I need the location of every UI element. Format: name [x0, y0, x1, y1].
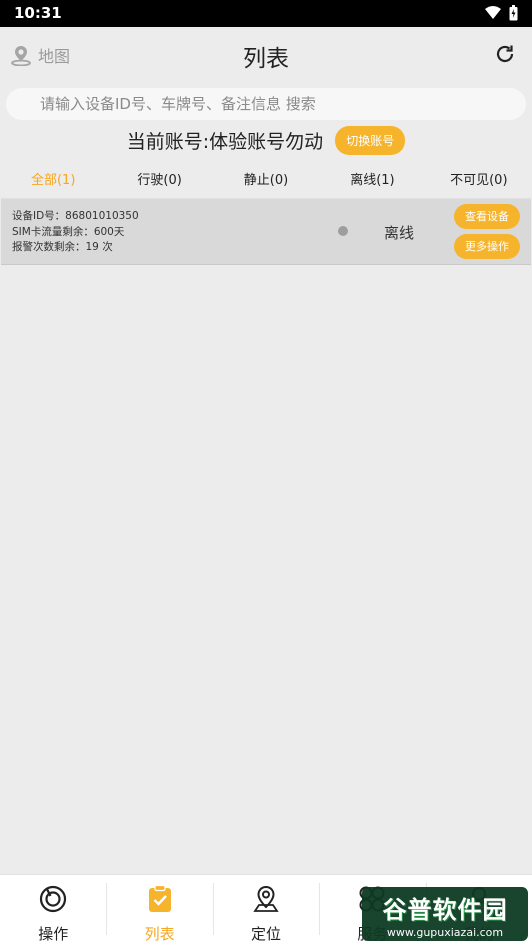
tab-all[interactable]: 全部(1) [0, 166, 106, 188]
watermark: 谷普软件园 www.gupuxiazai.com [362, 887, 528, 941]
status-dot-icon [338, 226, 348, 236]
refresh-icon[interactable] [494, 43, 516, 65]
nav-list[interactable]: 列表 [106, 875, 212, 945]
tab-driving[interactable]: 行驶(0) [106, 166, 212, 188]
current-account-label: 当前账号:体验账号勿动 [126, 131, 324, 153]
tab-invisible[interactable]: 不可见(0) [426, 166, 532, 188]
tab-stationary[interactable]: 静止(0) [213, 166, 319, 188]
nav-locate-label: 定位 [251, 925, 282, 943]
status-time: 10:31 [14, 4, 62, 22]
account-row: 当前账号:体验账号勿动 切换账号 [0, 126, 532, 155]
device-info: 设备ID号：86801010350 SIM卡流量剩余：600天 报警次数剩余：1… [12, 209, 139, 256]
watermark-title: 谷普软件园 [382, 896, 508, 924]
clipboard-check-icon [148, 884, 171, 912]
tab-offline[interactable]: 离线(1) [319, 166, 425, 188]
dial-icon [40, 885, 67, 913]
device-list-item[interactable]: 设备ID号：86801010350 SIM卡流量剩余：600天 报警次数剩余：1… [1, 198, 531, 265]
location-pin-icon [253, 885, 279, 912]
nav-operate-label: 操作 [38, 925, 69, 943]
page-title: 列表 [243, 46, 289, 72]
view-device-button[interactable]: 查看设备 [454, 204, 520, 229]
nav-locate[interactable]: 定位 [212, 875, 319, 945]
nav-list-label: 列表 [144, 925, 175, 943]
search-input[interactable] [6, 88, 526, 120]
device-status: 离线 [384, 224, 415, 242]
more-actions-button[interactable]: 更多操作 [454, 234, 520, 259]
search-bar [6, 88, 526, 120]
header: 地图 列表 [0, 27, 532, 85]
status-bar: 10:31 [0, 0, 532, 27]
watermark-url: www.gupuxiazai.com [386, 926, 504, 939]
switch-account-button[interactable]: 切换账号 [335, 126, 406, 155]
sim-remaining: SIM卡流量剩余：600天 [12, 225, 125, 238]
wifi-icon [485, 6, 501, 19]
nav-operate[interactable]: 操作 [0, 875, 106, 945]
battery-icon [509, 5, 518, 21]
device-id: 设备ID号：86801010350 [12, 210, 139, 222]
filter-tabs: 全部(1) 行驶(0) 静止(0) 离线(1) 不可见(0) [0, 166, 532, 188]
alarm-remaining: 报警次数剩余：19 次 [12, 241, 113, 253]
